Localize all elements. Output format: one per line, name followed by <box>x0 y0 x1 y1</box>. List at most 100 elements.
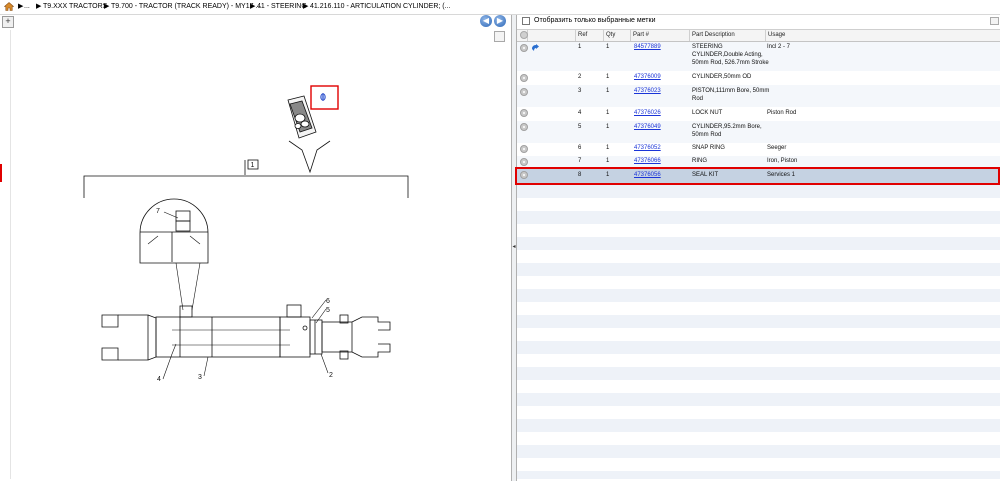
row-qty: 1 <box>606 44 610 50</box>
row-description: PISTON,111mm Bore, 50mm <box>692 88 770 94</box>
row-select-icon[interactable] <box>520 44 528 52</box>
zoom-in-button[interactable]: + <box>2 16 14 28</box>
row-select-icon[interactable] <box>520 145 528 153</box>
table-row[interactable] <box>517 71 1000 85</box>
table-header: Ref Qty Part # Part Description Usage <box>517 30 1000 42</box>
callout-label-2[interactable]: 2 <box>329 372 333 379</box>
row-qty: 1 <box>606 74 610 80</box>
cylinder-assembly <box>101 304 391 361</box>
row-qty: 1 <box>606 158 610 164</box>
row-select-icon[interactable] <box>520 88 528 96</box>
breadcrumb-separator: ▶ <box>18 3 24 10</box>
breadcrumb-item-model[interactable]: T9.700 - TRACTOR (TRACK READY) - MY17 ..… <box>111 2 261 12</box>
breadcrumb-separator: ▶ <box>250 3 256 10</box>
seal-kit-illustration[interactable] <box>287 95 317 139</box>
show-selected-only-label: Отобразить только выбранные метки <box>534 17 656 24</box>
callout-label-1[interactable]: 1 <box>251 162 255 169</box>
empty-row <box>517 328 1000 341</box>
empty-row <box>517 445 1000 458</box>
row-ref: 2 <box>578 74 582 80</box>
callout-label-5[interactable]: 5 <box>326 307 330 314</box>
callout-label-3[interactable]: 3 <box>198 374 202 381</box>
empty-row <box>517 471 1000 479</box>
breadcrumb-separator: ▶ <box>104 3 110 10</box>
row-description: SNAP RING <box>692 145 725 151</box>
table-row[interactable] <box>517 143 1000 156</box>
empty-row <box>517 341 1000 354</box>
row-part-number-link[interactable]: 47376009 <box>634 74 661 82</box>
row-part-number-link[interactable]: 47376049 <box>634 124 661 132</box>
next-page-button[interactable]: ▶ <box>494 15 506 27</box>
row-part-number-link[interactable]: 84577889 <box>634 44 661 52</box>
empty-row <box>517 237 1000 250</box>
row-qty: 1 <box>606 110 610 116</box>
table-row[interactable] <box>517 107 1000 121</box>
column-header-description[interactable]: Part Description <box>689 30 765 41</box>
callout-label-4[interactable]: 4 <box>157 376 161 383</box>
empty-row <box>517 380 1000 393</box>
empty-row <box>517 393 1000 406</box>
empty-row <box>517 289 1000 302</box>
row-select-icon[interactable] <box>520 74 528 82</box>
row-usage: Piston Rod <box>767 110 797 116</box>
row-description: LOCK NUT <box>692 110 723 116</box>
empty-row <box>517 224 1000 237</box>
column-header-usage[interactable]: Usage <box>765 30 1000 41</box>
row-qty: 1 <box>606 88 610 94</box>
row-usage: Incl 2 - 7 <box>767 44 791 50</box>
empty-row <box>517 198 1000 211</box>
row-description: Rod <box>692 96 704 102</box>
empty-row <box>517 263 1000 276</box>
row-part-number-link[interactable]: 47376023 <box>634 88 661 96</box>
breadcrumb-bar: ▶ ... ▶ T9.XXX TRACTORS ▶ T9.700 - TRACT… <box>0 0 1000 15</box>
row-description: RING <box>692 158 707 164</box>
collapse-arrow-icon[interactable]: ◂ <box>512 241 516 253</box>
select-all-icon[interactable] <box>520 31 528 39</box>
empty-row <box>517 432 1000 445</box>
home-icon[interactable] <box>4 2 14 11</box>
row-part-number-link[interactable]: 47376052 <box>634 145 661 153</box>
seal-kit-hotspot[interactable] <box>320 93 326 101</box>
empty-row <box>517 406 1000 419</box>
row-select-icon[interactable] <box>520 109 528 117</box>
breadcrumb-item-series[interactable]: T9.XXX TRACTORS <box>43 2 107 12</box>
empty-row <box>517 419 1000 432</box>
detail-inset <box>139 198 209 264</box>
callout-label-6[interactable]: 6 <box>326 298 330 305</box>
row-ref: 3 <box>578 88 582 94</box>
row-description: CYLINDER,Double Acting, <box>692 52 763 58</box>
column-header-qty[interactable]: Qty <box>603 30 630 41</box>
row-part-number-link[interactable]: 47376066 <box>634 158 661 166</box>
exploded-view-diagram: 1 2 3 4 5 6 7 <box>83 85 409 383</box>
column-header-icon2 <box>527 30 575 41</box>
empty-row <box>517 302 1000 315</box>
row-description: CYLINDER,50mm OD <box>692 74 752 80</box>
breadcrumb-item-root[interactable]: ... <box>24 2 30 12</box>
column-header-ref[interactable]: Ref <box>575 30 603 41</box>
row-ref: 7 <box>578 158 582 164</box>
show-selected-only-checkbox[interactable] <box>522 17 530 25</box>
empty-row <box>517 458 1000 471</box>
row-usage: Seeger <box>767 145 787 151</box>
row-ref: 6 <box>578 145 582 151</box>
row-description: 50mm Rod <box>692 132 722 138</box>
row-select-icon[interactable] <box>520 123 528 131</box>
row-qty: 1 <box>606 145 610 151</box>
row-description: CYLINDER,95.2mm Bore, <box>692 124 762 130</box>
row-part-number-link[interactable]: 47376026 <box>634 110 661 118</box>
breadcrumb-item-page[interactable]: 41.216.110 - ARTICULATION CYLINDER; (... <box>310 2 450 12</box>
previous-page-button[interactable]: ◀ <box>480 15 492 27</box>
selection-highlight <box>515 167 1000 185</box>
column-header-part-number[interactable]: Part # <box>630 30 689 41</box>
empty-row <box>517 315 1000 328</box>
empty-row <box>517 185 1000 198</box>
callout-label-7[interactable]: 7 <box>156 208 160 215</box>
expand-arrow-icon[interactable] <box>531 44 539 52</box>
breadcrumb-separator: ▶ <box>303 3 309 10</box>
panel-menu-button[interactable] <box>990 17 999 25</box>
empty-row <box>517 367 1000 380</box>
row-ref: 1 <box>578 44 582 50</box>
row-qty: 1 <box>606 124 610 130</box>
breadcrumb-item-section[interactable]: 41 - STEERING <box>257 2 307 12</box>
row-select-icon[interactable] <box>520 158 528 166</box>
